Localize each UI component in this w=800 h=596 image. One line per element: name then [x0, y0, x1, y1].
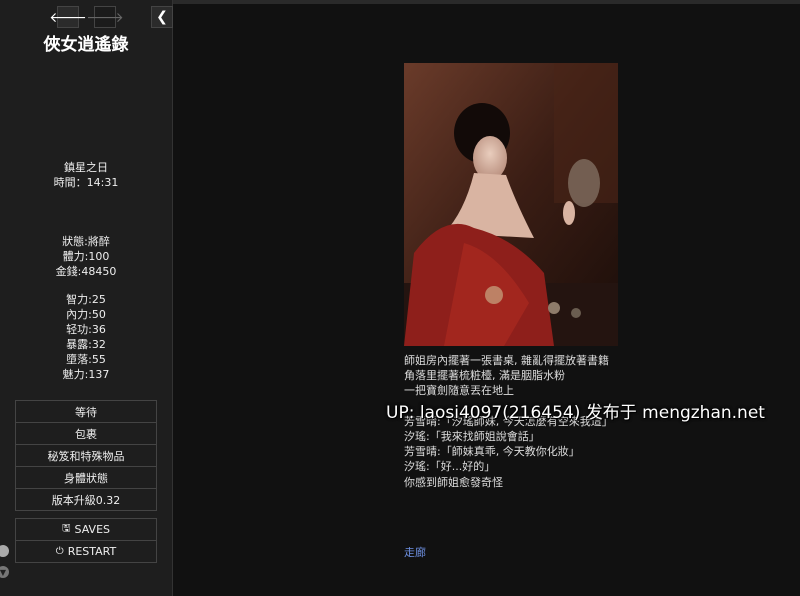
restart-button[interactable]: ⏻ RESTART [15, 541, 157, 563]
save-menu: 🖫 SAVES ⏻ RESTART [15, 518, 157, 563]
history-forward-button[interactable]: 🡒 [86, 6, 124, 28]
chevron-down-icon[interactable]: ▼ [0, 566, 9, 578]
floppy-disk-icon: 🖫 [62, 523, 71, 534]
sidebar-collapse-button[interactable]: ❮ [151, 6, 173, 28]
watermark-text: UP: laosi4097(216454) 发布于 mengzhan.net [386, 403, 765, 423]
time-block: 鎮星之日 時間：14:31 [0, 160, 172, 190]
passage-line: 一把寶劍隨意丟在地上 [404, 384, 514, 398]
arrow-right-icon: 🡒 [86, 9, 124, 26]
passage-line: 汐瑤:「好...好的」 [404, 460, 496, 474]
time-label: 時間：14:31 [53, 176, 119, 189]
power-icon: ⏻ [55, 546, 64, 557]
attr-charm: 魅力:137 [62, 368, 110, 381]
passage-line: 你感到師姐愈發奇怪 [404, 475, 503, 489]
status-mood: 狀態:將醉 [62, 235, 110, 248]
restart-label: RESTART [67, 545, 117, 558]
scene-image [404, 63, 618, 346]
attribute-block: 智力:25 內力:50 轻功:36 暴露:32 墮落:55 魅力:137 [0, 292, 172, 382]
attr-lightness: 轻功:36 [66, 323, 106, 336]
menu-inventory[interactable]: 包裹 [15, 423, 157, 445]
day-label: 鎮星之日 [64, 161, 108, 174]
menu-body-status[interactable]: 身體狀態 [15, 467, 157, 489]
sidebar: 🡐 🡒 ❮ 俠女逍遙錄 鎮星之日 時間：14:31 狀態:將醉 體力:100 金… [0, 0, 173, 596]
passage-line: 角落里擺著梳粧檯, 滿是胭脂水粉 [404, 369, 565, 383]
scene-illustration [404, 63, 618, 346]
menu-version[interactable]: 版本升級0.32 [15, 489, 157, 511]
chevron-left-icon: ❮ [156, 9, 168, 25]
passage-line: 汐瑤:「我來找師姐說會話」 [404, 430, 540, 444]
passage-line: 芳雪晴:「師妹真乖, 今天教你化妝」 [404, 445, 580, 459]
saves-label: SAVES [74, 523, 110, 536]
saves-button[interactable]: 🖫 SAVES [15, 518, 157, 541]
sidebar-menu: 等待 包裹 秘笈和特殊物品 身體狀態 版本升級0.32 [15, 400, 157, 511]
history-back-button[interactable]: 🡐 [49, 6, 87, 28]
attr-inner-power: 內力:50 [66, 308, 106, 321]
menu-wait[interactable]: 等待 [15, 400, 157, 423]
story-title: 俠女逍遙錄 [43, 35, 129, 55]
status-block: 狀態:將醉 體力:100 金錢:48450 [0, 234, 172, 279]
attr-intelligence: 智力:25 [66, 293, 106, 306]
corridor-link[interactable]: 走廊 [404, 544, 426, 560]
arrow-left-icon: 🡐 [49, 9, 87, 26]
history-nav: 🡐 🡒 ❮ [0, 6, 173, 28]
menu-special-items[interactable]: 秘笈和特殊物品 [15, 445, 157, 467]
status-stamina: 體力:100 [62, 250, 110, 263]
status-money: 金錢:48450 [55, 265, 117, 278]
attr-exposure: 暴露:32 [66, 338, 106, 351]
settings-toggle-icon[interactable] [0, 545, 9, 557]
attr-corruption: 墮落:55 [66, 353, 106, 366]
passage-line: 師姐房內擺著一張書桌, 雜亂得擺放著書籍 [404, 354, 609, 367]
